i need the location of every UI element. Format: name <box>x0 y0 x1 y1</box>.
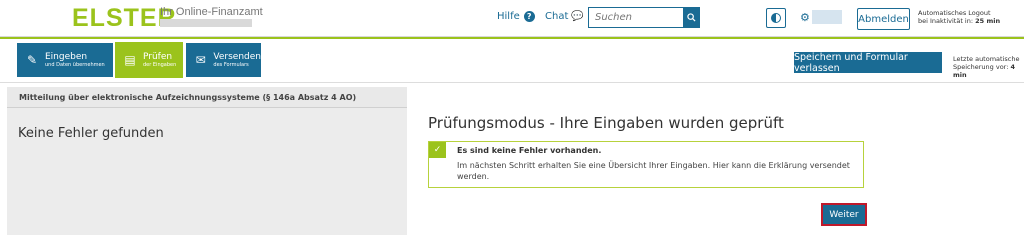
contrast-toggle-button[interactable] <box>766 8 786 28</box>
top-header: ELSTER Ihr Online-Finanzamt Hilfe ? Chat… <box>0 0 1024 37</box>
next-button[interactable]: Weiter <box>821 203 867 226</box>
logout-button[interactable]: Abmelden <box>857 8 910 30</box>
no-errors-message: Keine Fehler gefunden <box>18 126 164 141</box>
step-title: Eingeben <box>45 51 88 62</box>
document-check-icon: ▤ <box>124 53 136 67</box>
search-button[interactable] <box>683 8 699 27</box>
page-title: Prüfungsmodus - Ihre Eingaben wurden gep… <box>428 114 784 132</box>
logout-info-line1: Automatisches Logout <box>918 9 991 17</box>
site-subtitle: Ihr Online-Finanzamt <box>160 6 263 18</box>
alert-heading: Es sind keine Fehler vorhanden. <box>457 146 602 155</box>
chat-link[interactable]: Chat 💬 <box>545 11 584 22</box>
step-versenden[interactable]: ✉ Versenden des Formulars <box>186 43 261 77</box>
logout-info-line2: bei Inaktivität in: <box>918 17 974 25</box>
autosave-info-line2: Speicherung vor: <box>953 63 1009 71</box>
checkmark-icon: ✓ <box>429 142 446 158</box>
edit-icon: ✎ <box>26 53 38 67</box>
step-navigation: ✎ Eingeben und Daten übernehmen ▤ Prüfen… <box>0 39 1024 83</box>
logout-info-time: 25 min <box>975 17 1001 25</box>
step-eingeben[interactable]: ✎ Eingeben und Daten übernehmen <box>17 43 113 77</box>
step-pruefen[interactable]: ▤ Prüfen der Eingaben <box>115 42 183 78</box>
step-subtitle: der Eingaben <box>143 61 177 68</box>
step-title: Versenden <box>213 51 261 62</box>
error-list-heading: Mitteilung über elektronische Aufzeichnu… <box>7 87 407 108</box>
step-subtitle: des Formulars <box>213 61 249 68</box>
alert-body: Im nächsten Schritt erhalten Sie eine Üb… <box>457 161 850 181</box>
chat-label: Chat <box>545 11 569 22</box>
autosave-info: Letzte automatische Speicherung vor: 4 m… <box>953 55 1024 79</box>
step-subtitle: und Daten übernehmen <box>45 61 105 68</box>
logout-info: Automatisches Logout bei Inaktivität in:… <box>918 9 1000 25</box>
gear-icon[interactable]: ⚙ <box>800 11 810 24</box>
success-alert: ✓ Es sind keine Fehler vorhanden. Im näc… <box>428 141 864 188</box>
step-title: Prüfen <box>143 51 173 62</box>
question-icon: ? <box>523 11 535 22</box>
search-box <box>588 7 700 28</box>
contrast-icon <box>771 13 781 23</box>
search-input[interactable] <box>589 8 683 27</box>
error-list-panel: Mitteilung über elektronische Aufzeichnu… <box>7 87 407 235</box>
chat-bubble-icon: 💬 <box>571 11 584 22</box>
search-icon <box>686 13 696 22</box>
user-name-placeholder <box>812 10 842 24</box>
save-and-exit-button[interactable]: Speichern und Formular verlassen <box>794 52 942 74</box>
help-link[interactable]: Hilfe ? <box>497 11 535 22</box>
mail-icon: ✉ <box>195 53 206 67</box>
help-label: Hilfe <box>497 11 520 22</box>
subtitle-placeholder-bar <box>160 19 252 27</box>
autosave-info-line1: Letzte automatische <box>953 55 1020 63</box>
